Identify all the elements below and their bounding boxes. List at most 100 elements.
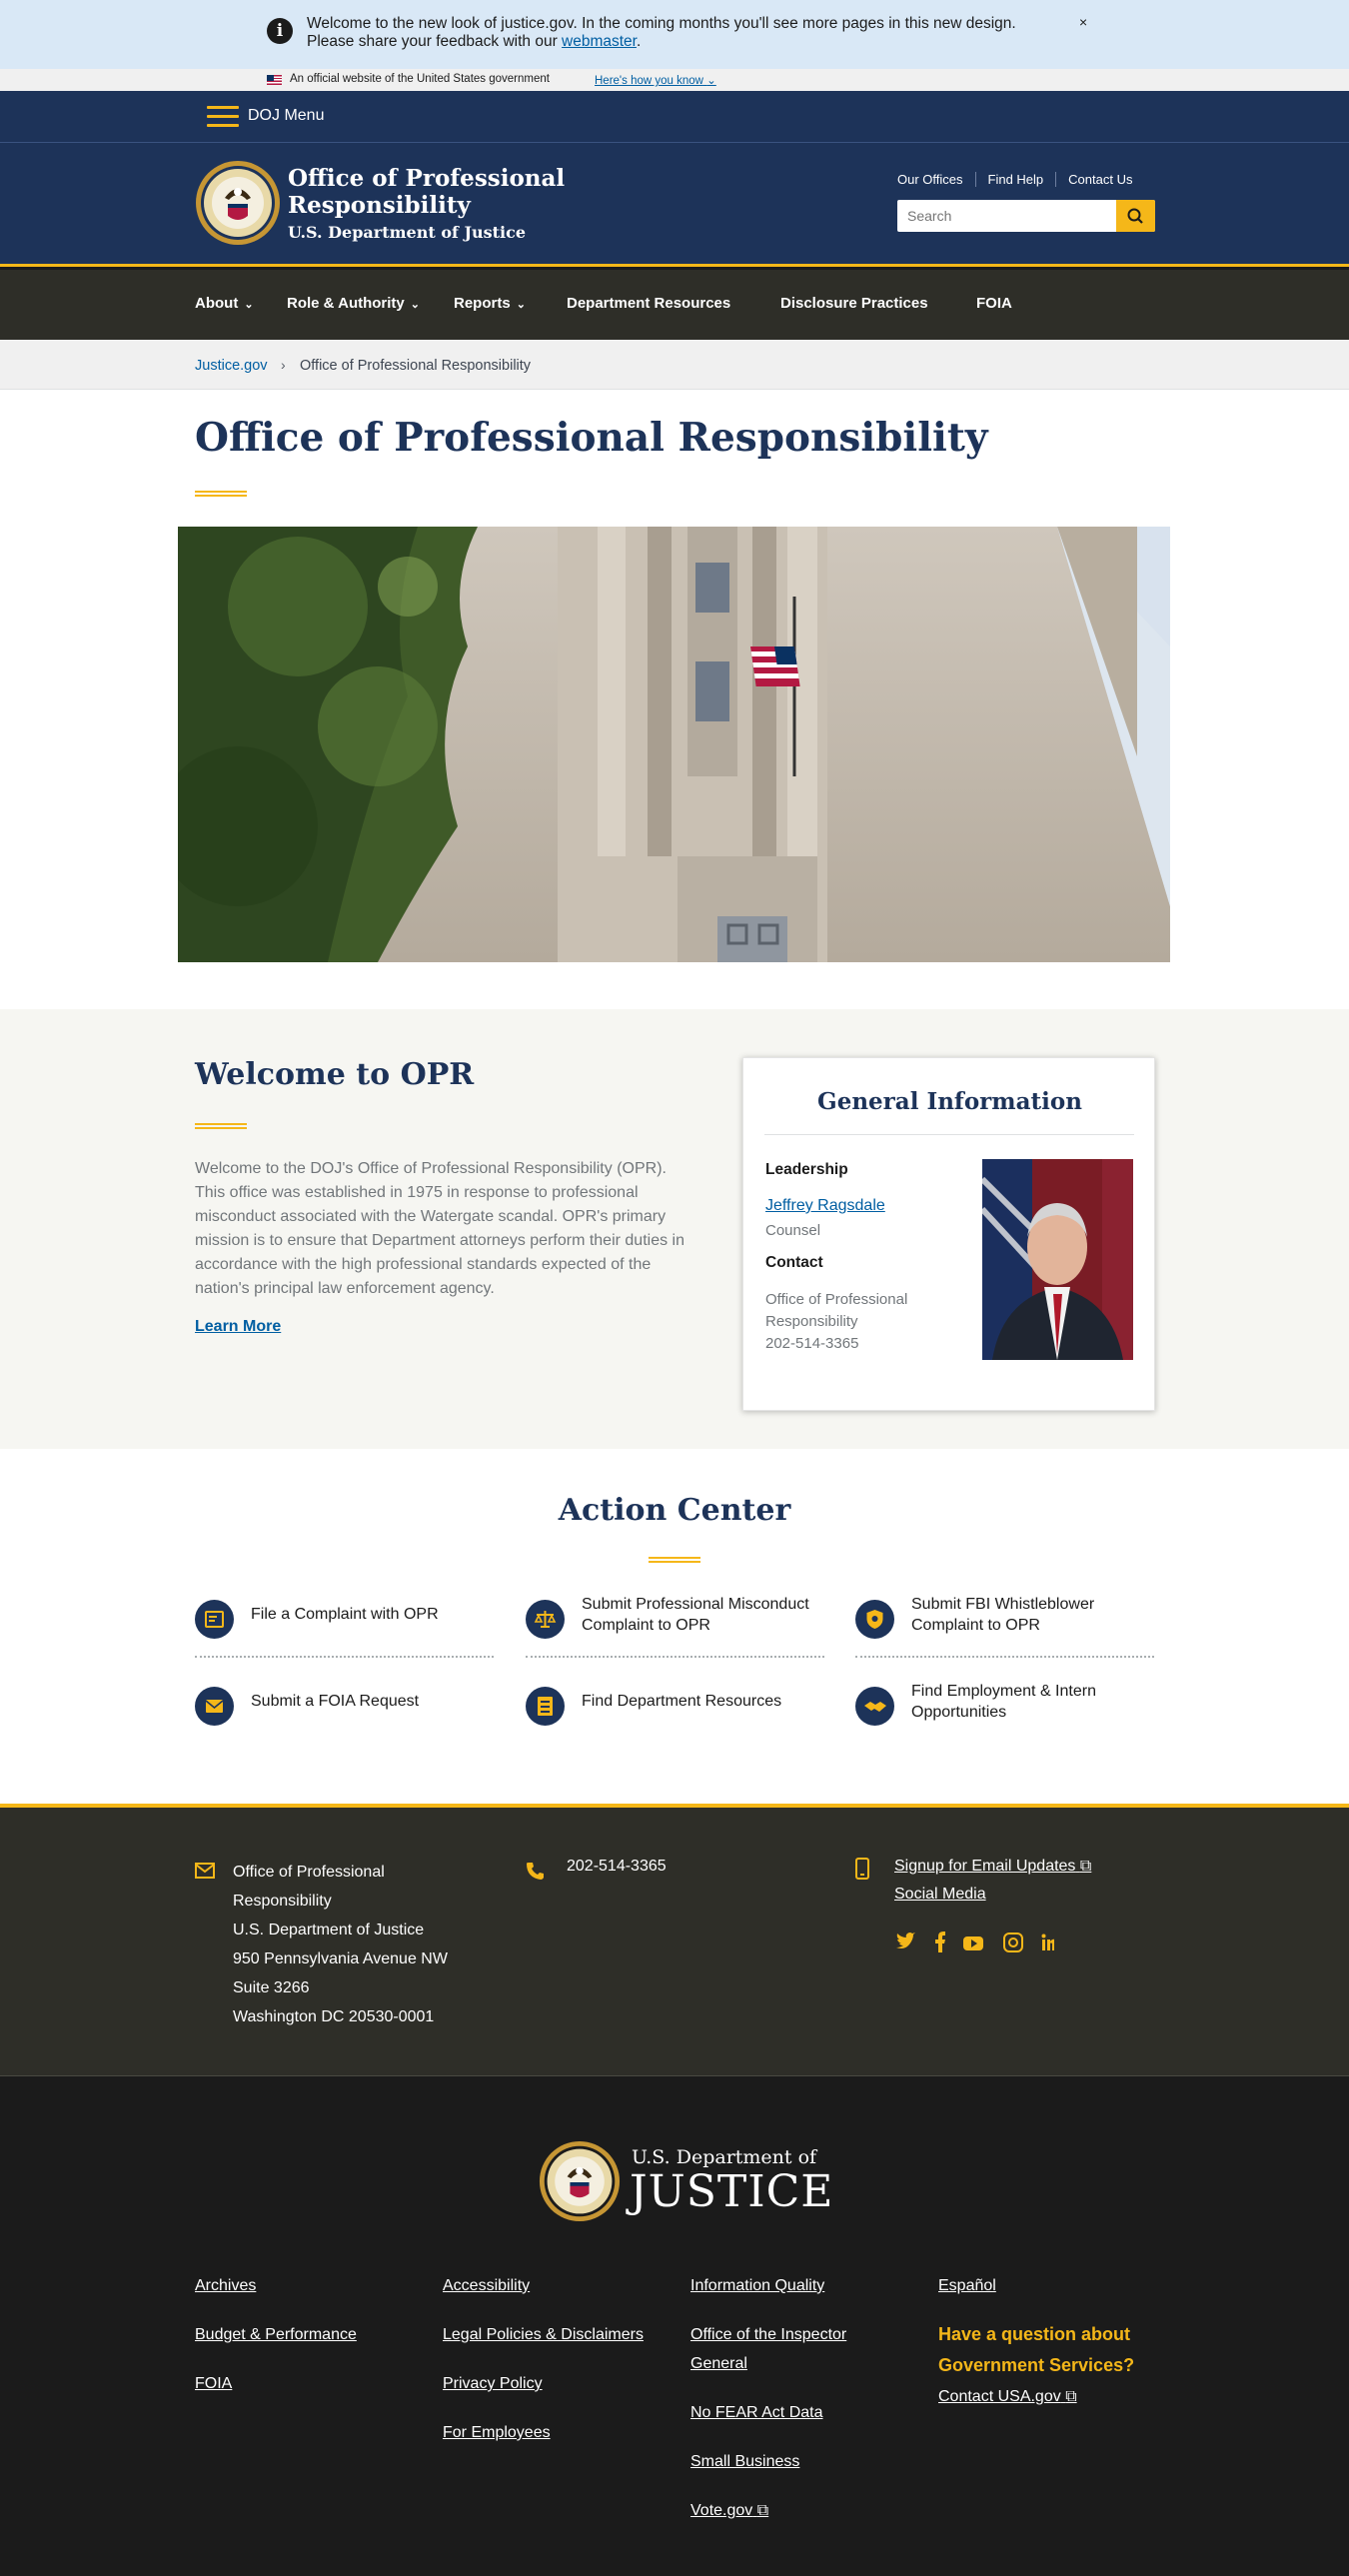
contact-usa-label: Contact USA.gov bbox=[938, 2388, 1061, 2405]
chevron-down-icon: ⌄ bbox=[410, 299, 420, 311]
twitter-icon[interactable] bbox=[896, 1932, 915, 1948]
site-header: Office of Professional Responsibility U.S… bbox=[0, 143, 1349, 267]
our-offices-link[interactable]: Our Offices bbox=[897, 172, 975, 187]
footer-brand-main: JUSTICE bbox=[630, 2166, 834, 2217]
footer-link-employees[interactable]: For Employees bbox=[443, 2418, 644, 2447]
mobile-icon bbox=[855, 1858, 869, 1880]
alert-message: Welcome to the new look of justice.gov. … bbox=[307, 15, 1046, 51]
doj-menu-button[interactable]: DOJ Menu bbox=[248, 107, 324, 125]
footer-col-2: Accessibility Legal Policies & Disclaime… bbox=[443, 2271, 644, 2447]
address-line: Office of Professional Responsibility bbox=[233, 1864, 385, 1910]
linkedin-icon[interactable] bbox=[1041, 1933, 1055, 1951]
footer-link-budget[interactable]: Budget & Performance bbox=[195, 2320, 357, 2349]
contact-footer: Office of Professional Responsibility U.… bbox=[0, 1804, 1349, 2076]
footer-brand-top: U.S. Department of bbox=[632, 2146, 817, 2168]
action-label: Submit a FOIA Request bbox=[251, 1693, 420, 1710]
envelope-icon bbox=[195, 1687, 234, 1726]
footer-link-legal-policies[interactable]: Legal Policies & Disclaimers bbox=[443, 2320, 644, 2349]
alert-text: Welcome to the new look of justice.gov. … bbox=[307, 15, 1016, 50]
social-media-link[interactable]: Social Media bbox=[894, 1886, 986, 1904]
action-misconduct-complaint[interactable]: Submit Professional Misconduct Complaint… bbox=[526, 1586, 824, 1658]
office-address: Office of Professional Responsibility U.… bbox=[233, 1858, 483, 2031]
footer-col-1: Archives Budget & Performance FOIA bbox=[195, 2271, 357, 2398]
doj-menu-bar: DOJ Menu bbox=[0, 91, 1349, 143]
office-title[interactable]: Office of Professional Responsibility bbox=[288, 165, 588, 219]
footer-link-archives[interactable]: Archives bbox=[195, 2271, 357, 2300]
footer-link-small-business[interactable]: Small Business bbox=[690, 2447, 890, 2476]
find-help-link[interactable]: Find Help bbox=[974, 172, 1056, 187]
nav-reports[interactable]: Reports ⌄ bbox=[454, 295, 526, 312]
social-icons bbox=[896, 1932, 1055, 1952]
email-updates-link[interactable]: Signup for Email Updates ⧉ bbox=[894, 1858, 1091, 1876]
instagram-icon[interactable] bbox=[1003, 1932, 1023, 1952]
action-employment[interactable]: Find Employment & Intern Opportunities bbox=[855, 1673, 1154, 1745]
phone-icon bbox=[527, 1863, 544, 1880]
footer-link-vote[interactable]: Vote.gov ⧉ bbox=[690, 2496, 890, 2525]
primary-nav: About ⌄ Role & Authority ⌄ Reports ⌄ Depart… bbox=[0, 270, 1349, 340]
footer-link-accessibility[interactable]: Accessibility bbox=[443, 2271, 644, 2300]
contact-us-link[interactable]: Contact Us bbox=[1055, 172, 1145, 187]
hamburger-icon[interactable] bbox=[207, 106, 239, 128]
action-label: Find Employment & Intern Opportunities bbox=[911, 1683, 1096, 1721]
utility-links: Our Offices Find Help Contact Us bbox=[897, 172, 1145, 187]
search-icon bbox=[1127, 208, 1143, 224]
close-icon[interactable]: × bbox=[1079, 14, 1087, 30]
facebook-icon[interactable] bbox=[935, 1932, 945, 1952]
welcome-heading: Welcome to OPR bbox=[195, 1057, 475, 1092]
nav-role-authority[interactable]: Role & Authority ⌄ bbox=[287, 295, 420, 312]
address-line: 950 Pennsylvania Avenue NW bbox=[233, 1950, 448, 1967]
footer-link-information-quality[interactable]: Information Quality bbox=[690, 2271, 890, 2300]
youtube-icon[interactable] bbox=[963, 1936, 983, 1950]
external-link-icon: ⧉ bbox=[1065, 2388, 1077, 2405]
action-center-underline bbox=[649, 1557, 700, 1563]
action-fbi-whistleblower[interactable]: Submit FBI Whistleblower Complaint to OP… bbox=[855, 1586, 1154, 1658]
doj-seal-logo[interactable] bbox=[195, 160, 281, 246]
nav-foia[interactable]: FOIA bbox=[976, 295, 1012, 312]
action-center: Action Center File a Complaint with OPR … bbox=[0, 1449, 1349, 1804]
official-website-text: An official website of the United States… bbox=[290, 73, 550, 85]
nav-department-resources[interactable]: Department Resources bbox=[567, 295, 730, 312]
leader-name-link[interactable]: Jeffrey Ragsdale bbox=[765, 1197, 885, 1215]
action-label: Submit FBI Whistleblower Complaint to OP… bbox=[911, 1596, 1095, 1634]
footer-link-no-fear[interactable]: No FEAR Act Data bbox=[690, 2398, 890, 2427]
nav-about[interactable]: About ⌄ bbox=[195, 295, 254, 312]
general-information-card: General Information Leadership Jeffrey R… bbox=[742, 1057, 1155, 1411]
heres-how-you-know-link[interactable]: Here's how you know ⌄ bbox=[595, 73, 716, 87]
nav-disclosure-practices[interactable]: Disclosure Practices bbox=[780, 295, 928, 312]
search-input[interactable] bbox=[897, 200, 1112, 232]
action-department-resources[interactable]: Find Department Resources bbox=[526, 1673, 824, 1745]
office-title-line1: Office of Professional bbox=[288, 165, 566, 192]
checklist-icon bbox=[526, 1687, 565, 1726]
welcome-underline bbox=[195, 1123, 247, 1129]
info-icon: i bbox=[267, 18, 293, 44]
chevron-down-icon: ⌄ bbox=[516, 299, 526, 311]
webmaster-link[interactable]: webmaster bbox=[562, 33, 637, 50]
nav-reports-label: Reports bbox=[454, 295, 511, 312]
search-button[interactable] bbox=[1116, 200, 1155, 232]
action-foia-request[interactable]: Submit a FOIA Request bbox=[195, 1673, 494, 1745]
breadcrumb-current: Office of Professional Responsibility bbox=[300, 358, 532, 374]
contact-heading: Contact bbox=[765, 1254, 823, 1271]
contact-usa-link[interactable]: Contact USA.gov ⧉ bbox=[938, 2382, 1077, 2411]
nav-role-authority-label: Role & Authority bbox=[287, 295, 405, 312]
doj-seal-logo[interactable] bbox=[539, 2140, 621, 2222]
footer-col-3: Information Quality Office of the Inspec… bbox=[690, 2271, 890, 2525]
page-intro: Office of Professional Responsibility bbox=[0, 390, 1349, 1009]
scales-icon bbox=[526, 1600, 565, 1639]
footer-link-inspector-general[interactable]: Office of the Inspector General bbox=[690, 2320, 890, 2378]
welcome-paragraph: Welcome to the DOJ's Office of Professio… bbox=[195, 1160, 684, 1297]
doj-building-photo bbox=[178, 527, 1170, 962]
heres-how-you-know-label: Here's how you know bbox=[595, 75, 703, 87]
site-footer: U.S. Department of JUSTICE Archives Budg… bbox=[0, 2076, 1349, 2576]
handshake-icon bbox=[855, 1687, 894, 1726]
official-gov-banner: An official website of the United States… bbox=[0, 69, 1349, 91]
breadcrumb-justice-gov[interactable]: Justice.gov bbox=[195, 358, 268, 374]
leadership-heading: Leadership bbox=[765, 1161, 848, 1178]
action-file-complaint[interactable]: File a Complaint with OPR bbox=[195, 1586, 494, 1658]
footer-link-espanol[interactable]: Español bbox=[938, 2271, 996, 2300]
learn-more-link[interactable]: Learn More bbox=[195, 1318, 281, 1336]
action-label: Submit Professional Misconduct Complaint… bbox=[582, 1596, 809, 1634]
footer-link-privacy[interactable]: Privacy Policy bbox=[443, 2369, 644, 2398]
breadcrumb: Justice.gov › Office of Professional Res… bbox=[0, 340, 1349, 390]
footer-link-foia[interactable]: FOIA bbox=[195, 2369, 357, 2398]
